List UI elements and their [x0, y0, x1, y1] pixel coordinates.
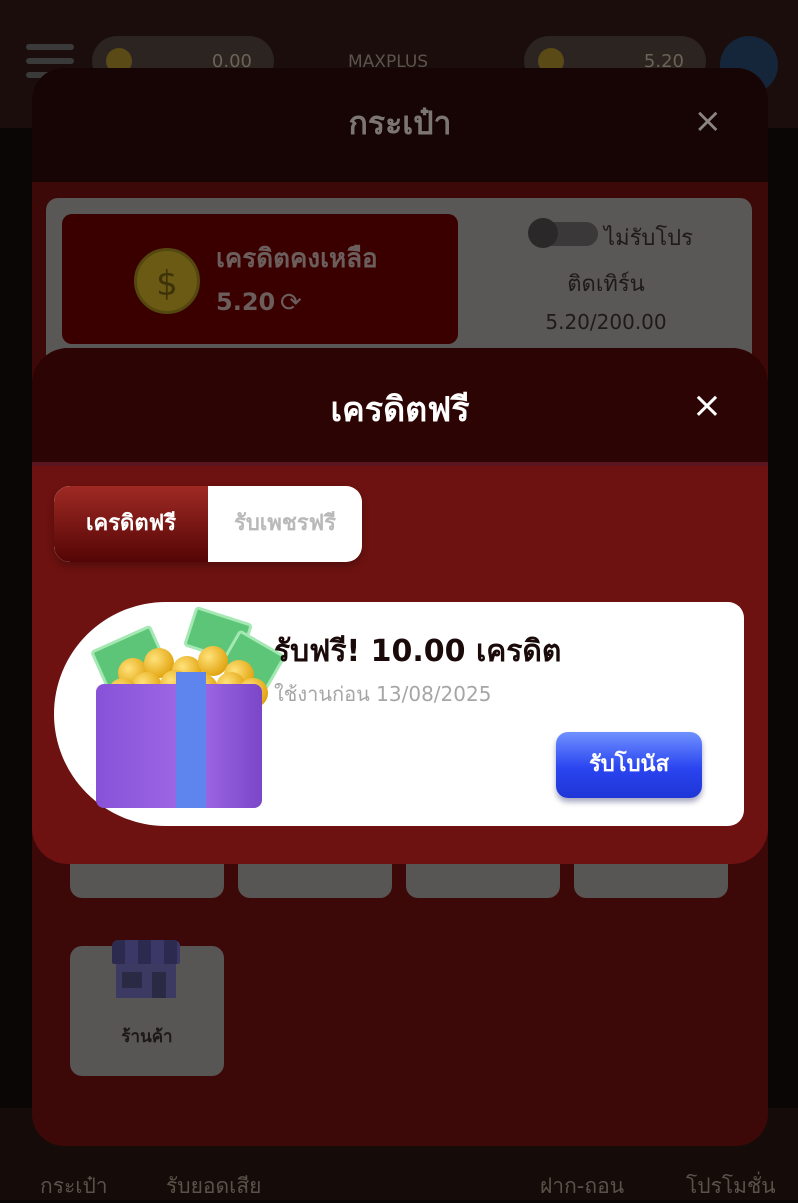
promo-toggle-label: ไม่รับโปร: [604, 226, 693, 251]
promo-toggle[interactable]: [528, 218, 598, 248]
nav-item-cashback[interactable]: รับยอดเสีย: [166, 1170, 261, 1203]
wallet-title: กระเป๋า: [348, 104, 452, 142]
balance-panel: $ เครดิตคงเหลือ 5.20 ⟳ ไม่รับโปร ติดเทิร…: [46, 198, 752, 366]
nav-item-promotions[interactable]: โปรโมชั่น: [686, 1170, 776, 1203]
close-icon[interactable]: ×: [694, 104, 723, 138]
refresh-icon[interactable]: ⟳: [280, 288, 302, 318]
free-credit-title: เครดิตฟรี: [330, 390, 470, 430]
tab-free-diamonds[interactable]: รับเพชรฟรี: [208, 486, 362, 562]
balance-value: 5.20: [216, 288, 276, 316]
reward-expiry: ใช้งานก่อน 13/08/2025: [274, 682, 492, 706]
balance-label: เครดิตคงเหลือ: [216, 244, 378, 274]
wallet-header: กระเป๋า ×: [32, 68, 768, 182]
tab-free-credit[interactable]: เครดิตฟรี: [54, 486, 208, 562]
tab-group: เครดิตฟรี รับเพชรฟรี: [54, 486, 362, 562]
shop-label: ร้านค้า: [121, 1027, 173, 1047]
turnover-label: ติดเทิร์น: [567, 272, 645, 297]
dollar-coin-icon: $: [134, 248, 200, 314]
nav-item-wallet[interactable]: กระเป๋า: [40, 1170, 108, 1203]
free-credit-header: เครดิตฟรี ×: [32, 348, 768, 466]
reward-title: รับฟรี! 10.00 เครดิต: [274, 634, 562, 669]
free-credit-modal: เครดิตฟรี × เครดิตฟรี รับเพชรฟรี รับฟรี!…: [32, 348, 768, 864]
claim-bonus-button[interactable]: รับโบนัส: [556, 732, 702, 798]
balance-card: $ เครดิตคงเหลือ 5.20 ⟳: [62, 214, 458, 344]
turnover-value: 5.20/200.00: [545, 310, 667, 334]
nav-item-deposit-withdraw[interactable]: ฝาก-ถอน: [540, 1170, 624, 1203]
reward-card: รับฟรี! 10.00 เครดิต ใช้งานก่อน 13/08/20…: [54, 602, 744, 826]
close-icon[interactable]: ×: [692, 388, 722, 424]
gift-box-icon: [88, 605, 287, 808]
shop-tile[interactable]: ร้านค้า: [70, 940, 224, 1076]
shop-icon: [112, 940, 180, 1000]
